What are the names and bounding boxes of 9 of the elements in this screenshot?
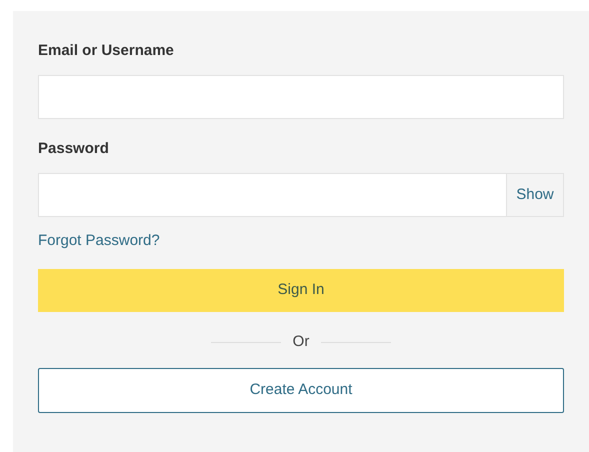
- field-label: Email or Username: [38, 41, 175, 61]
- email-field[interactable]: [38, 75, 564, 119]
- show-password-button[interactable]: Show: [507, 173, 564, 217]
- forgot-password-link[interactable]: Forgot Password?: [38, 231, 160, 251]
- sign-in-button[interactable]: Sign In: [38, 269, 564, 312]
- divider-text: Or: [292, 332, 310, 352]
- create-account-button[interactable]: Create Account: [38, 368, 564, 413]
- password-field[interactable]: [38, 173, 507, 217]
- field-label: Password: [38, 139, 110, 159]
